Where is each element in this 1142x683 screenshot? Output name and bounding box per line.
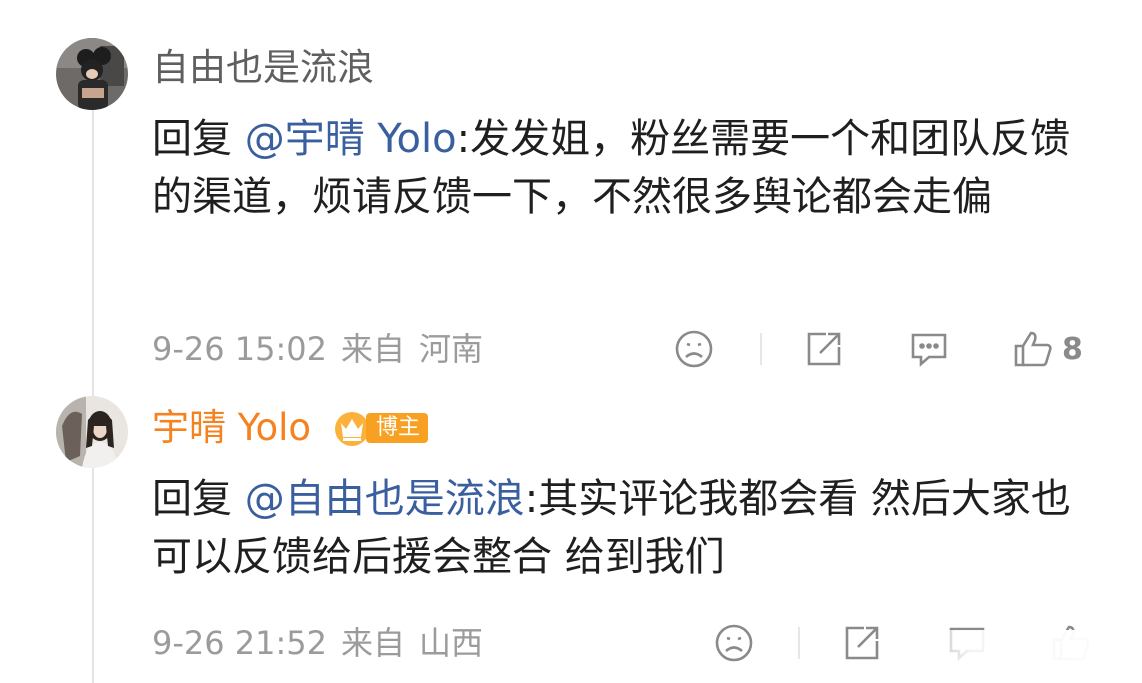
comment-username[interactable]: 自由也是流浪 [152,46,374,90]
action-divider [798,627,800,659]
share-icon [807,332,841,366]
comment-meta: 9-26 15:02 来自 河南 [152,329,497,369]
mention-link[interactable]: @宇晴 Yolo [245,116,457,162]
watermark-overlay [880,630,1142,683]
comment-username[interactable]: 宇晴 Yolo [152,406,311,450]
action-divider [760,333,762,365]
reply-colon: : [456,116,471,162]
dislike-button[interactable] [674,329,714,369]
avatar[interactable] [56,396,128,468]
like-count: 8 [1062,331,1083,367]
comment-location: 河南 [419,330,484,368]
comment-icon [911,333,947,367]
frown-face-icon [715,624,753,662]
reply-prefix: 回复 [152,476,232,522]
badge-label: 博主 [366,413,429,443]
comment-meta: 9-26 21:52 来自 山西 [152,623,497,663]
comment-location: 山西 [419,624,484,662]
frown-face-icon [675,330,713,368]
comment-button[interactable] [908,329,950,369]
avatar[interactable] [56,38,128,110]
share-icon [845,626,879,660]
comment-text: 回复 @宇晴 Yolo:发发姐，粉丝需要一个和团队反馈的渠道，烦请反馈一下，不然… [152,110,1102,226]
from-label: 来自 [341,330,406,368]
reply-prefix: 回复 [152,116,232,162]
thumbs-up-icon [1014,331,1052,367]
dislike-button[interactable] [714,623,754,663]
like-button[interactable]: 8 [1012,329,1083,369]
comment-text: 回复 @自由也是流浪:其实评论我都会看 然后大家也可以反馈给后援会整合 给到我们 [152,470,1102,586]
from-label: 来自 [341,624,406,662]
comment-time: 9-26 15:02 [152,330,328,368]
mention-link[interactable]: @自由也是流浪 [245,476,525,522]
blogger-badge: 博主 [332,409,429,447]
share-button[interactable] [804,329,844,369]
reply-colon: : [524,476,539,522]
share-button[interactable] [842,623,882,663]
comment-time: 9-26 21:52 [152,624,328,662]
